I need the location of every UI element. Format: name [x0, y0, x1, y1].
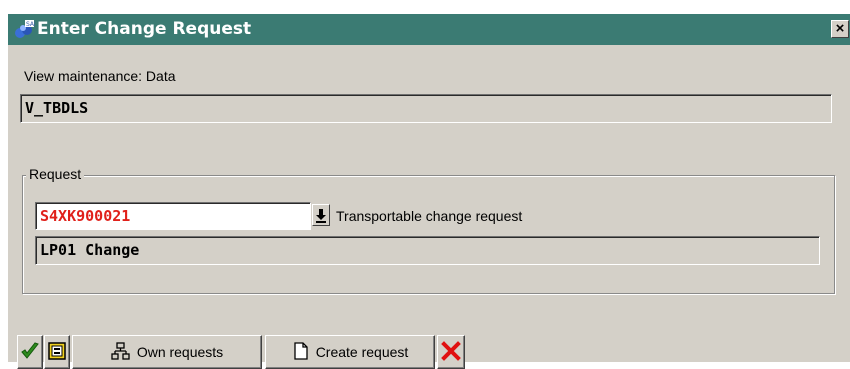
dropdown-arrow-icon[interactable] [312, 204, 330, 226]
dialog-title: Enter Change Request [37, 19, 252, 39]
cancel-button[interactable] [437, 335, 465, 369]
request-description-field: LP01 Change [35, 236, 820, 265]
new-document-icon [292, 341, 310, 364]
choose-button[interactable] [44, 335, 70, 369]
request-group-label: Request [26, 165, 85, 183]
create-request-button[interactable]: Create request [265, 335, 435, 369]
own-requests-button[interactable]: Own requests [72, 335, 262, 369]
sap-window-icon: SAP [13, 20, 38, 40]
view-maintenance-label: View maintenance: Data [24, 68, 176, 84]
view-name-field: V_TBDLS [20, 94, 832, 123]
checkmark-icon [20, 341, 40, 364]
title-bar[interactable]: SAP Enter Change Request × [8, 14, 850, 45]
enter-change-request-dialog: SAP Enter Change Request × View maintena… [7, 13, 850, 369]
create-request-label: Create request [315, 344, 409, 360]
own-requests-label: Own requests [136, 344, 224, 360]
cancel-x-icon [441, 340, 461, 364]
request-group-box [22, 175, 835, 294]
choose-icon [47, 341, 67, 364]
close-icon[interactable]: × [831, 20, 849, 38]
confirm-button[interactable] [17, 335, 43, 369]
svg-text:SAP: SAP [26, 21, 35, 28]
request-number-input[interactable]: S4XK900021 [35, 202, 311, 230]
hierarchy-icon [111, 341, 131, 364]
request-type-text: Transportable change request [336, 208, 523, 224]
